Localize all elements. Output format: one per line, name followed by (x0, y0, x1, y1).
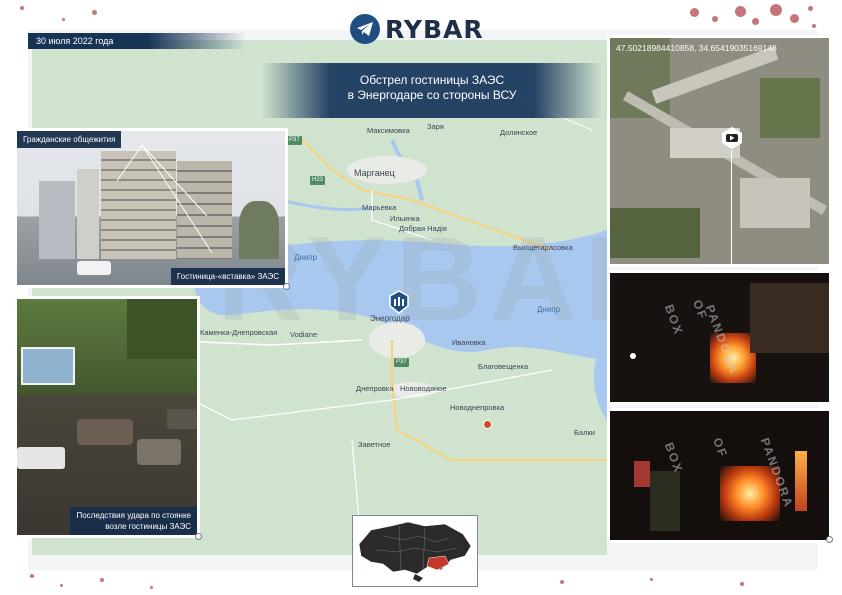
video-watermark-box: BOX (661, 302, 687, 338)
parking-caption-line-1: Последствия удара по стоянке (76, 511, 191, 520)
photo-fire-2[interactable]: BOX OF PANDORA (607, 408, 832, 543)
telegram-icon (350, 14, 380, 44)
place-ilyinka: Ильинка (390, 214, 420, 223)
river-label-dnepr-right: Днепр (537, 305, 561, 314)
place-novodneprovka: Новоднепровка (450, 403, 505, 412)
place-blagoveshchenka: Благовещенка (478, 362, 529, 371)
ukraine-outline (358, 521, 472, 582)
place-dobraya-nadiya: Добрая Надія (399, 224, 447, 233)
title-line-2: в Энергодаре со стороны ВСУ (347, 88, 517, 102)
photo-corner-dot (826, 536, 833, 543)
place-dolinskoe: Долинское (500, 128, 538, 137)
place-ivanovka: Ивановка (452, 338, 486, 347)
play-icon[interactable] (720, 126, 744, 150)
road-badge-p37-north: P37 (287, 136, 302, 145)
photo-dormitories[interactable]: Гражданские общежития Гостиница-«вставка… (14, 128, 288, 288)
place-maksimovka: Максимовка (367, 126, 410, 135)
brand-name: RYBAR (385, 14, 484, 44)
place-balki: Балки (574, 428, 595, 437)
place-novovodyanoe: Нововодяное (400, 384, 447, 393)
video-watermark-of: OF (710, 435, 731, 461)
river-label-dnepr-left: Днепр (294, 253, 318, 262)
pointer-line (731, 150, 732, 264)
photo-fire-1[interactable]: BOX OF PANDORA (607, 270, 832, 405)
parking-caption: Последствия удара по стоянке возле гости… (70, 507, 197, 535)
place-marganets: Марганец (354, 168, 395, 178)
place-vyshchetarasovka: Высщетарасовка (513, 243, 573, 252)
strike-point-icon[interactable] (483, 420, 492, 429)
brand-logo: RYBAR (350, 12, 484, 46)
place-zarya: Заря (427, 122, 444, 131)
place-vodiane: Vodiane (290, 330, 318, 339)
photo-parking-strike[interactable]: Последствия удара по стоянке возле гости… (14, 296, 200, 538)
road-badge-p37-south: P37 (394, 358, 409, 367)
nuclear-plant-icon[interactable] (388, 290, 410, 314)
place-zavetnoe: Заветное (358, 440, 391, 449)
photo-corner-dot (195, 533, 202, 540)
place-marevka: Марьевка (362, 203, 397, 212)
photo-corner-dot (283, 283, 290, 290)
label-pointer-lines (116, 144, 213, 254)
title-line-1: Обстрел гостиницы ЗАЭС (359, 73, 505, 87)
coordinates-label: 47.50218984410858, 34.65419035169148 (616, 43, 777, 53)
place-kamenka: Каменка-Днепровская (200, 328, 278, 337)
page-title: Обстрел гостиницы ЗАЭС в Энергодаре со с… (262, 63, 602, 118)
ukraine-inset-map[interactable] (352, 515, 478, 587)
place-dneprovka: Днепровка (356, 384, 394, 393)
place-energodar: Энергодар (370, 314, 410, 323)
date-label: 30 июля 2022 года (28, 33, 246, 49)
parking-caption-line-2: возле гостиницы ЗАЭС (105, 522, 191, 531)
photo-satellite[interactable]: 47.50218984410858, 34.65419035169148 (607, 35, 832, 267)
road-badge-h23: H23 (310, 176, 326, 185)
